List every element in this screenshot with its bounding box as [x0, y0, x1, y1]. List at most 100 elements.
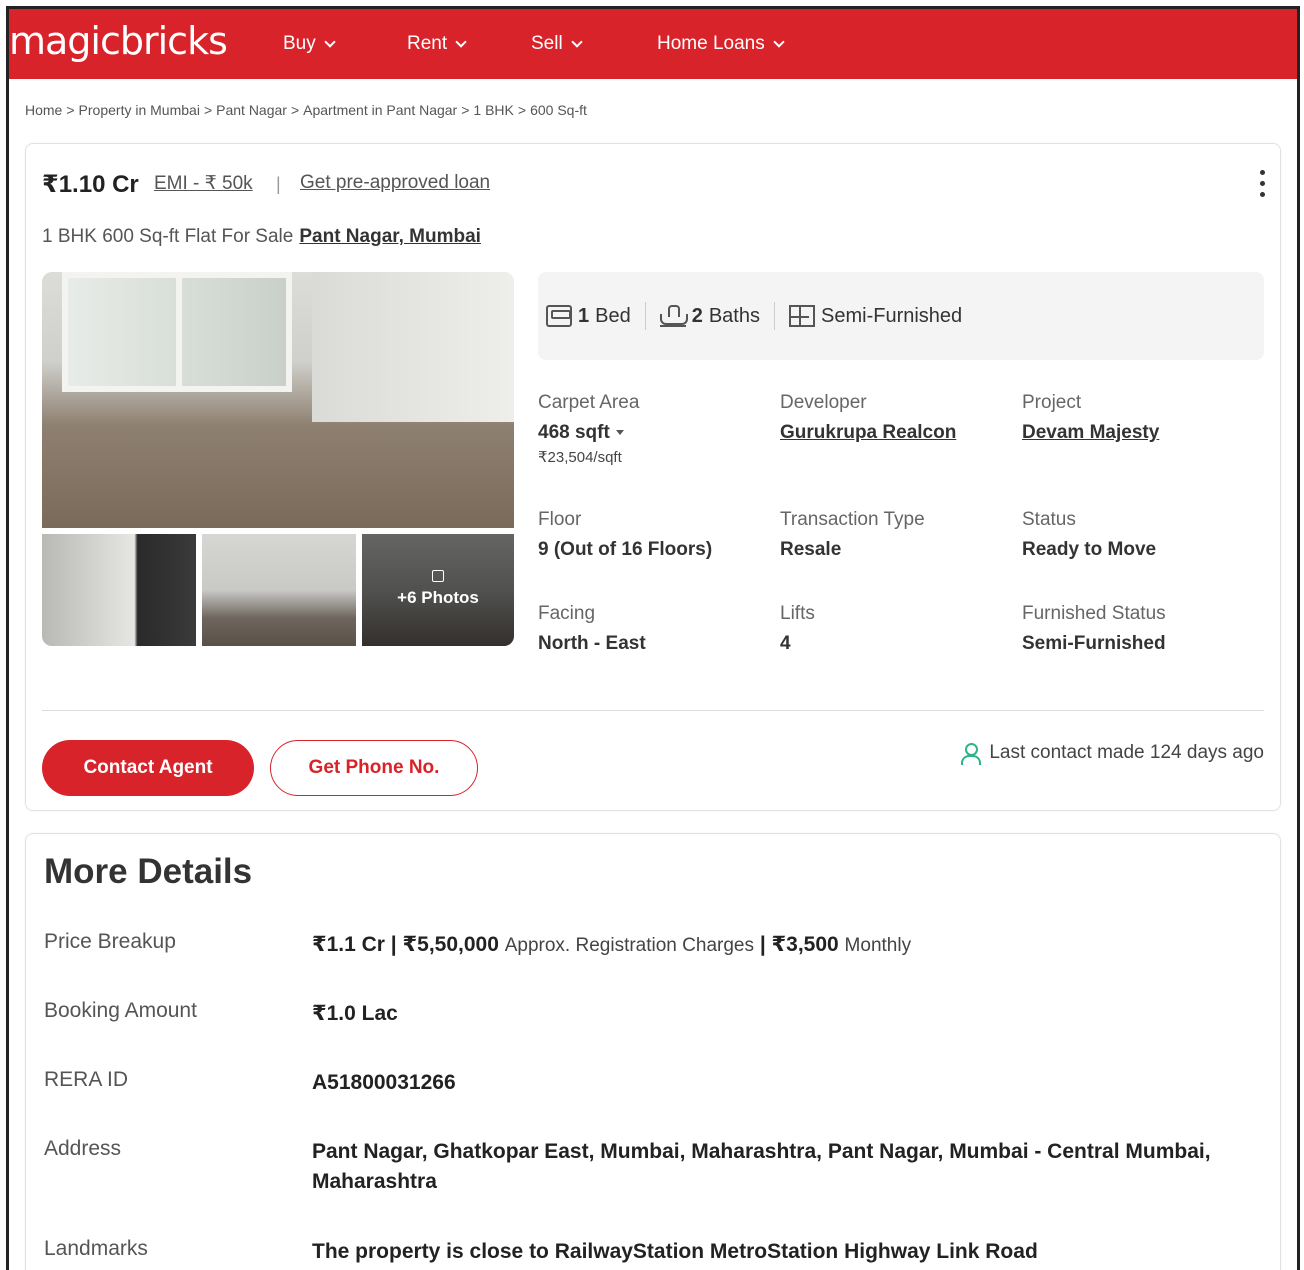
- spec-label: Facing: [538, 603, 596, 624]
- detail-value: The property is close to RailwayStation …: [312, 1240, 1038, 1263]
- listing-card: ₹1.10 Cr EMI - ₹ 50k | Get pre-approved …: [25, 143, 1281, 811]
- spec-label: Floor: [538, 509, 582, 530]
- carpet-area-value: 468 sqft: [538, 422, 610, 443]
- detail-label: Price Breakup: [44, 930, 176, 953]
- spec-lifts: Lifts 4: [780, 603, 815, 655]
- breadcrumb: Home > Property in Mumbai > Pant Nagar > Ap…: [25, 102, 587, 118]
- breadcrumb-size[interactable]: 600 Sq-ft: [530, 102, 587, 118]
- amenities-bar: 1 Bed 2 Baths Semi-Furnished: [538, 272, 1264, 360]
- spec-transaction: Transaction Type Resale: [780, 509, 925, 561]
- furniture-icon: [789, 305, 815, 327]
- bed-count: 1: [578, 304, 590, 327]
- chevron-down-icon: [571, 35, 583, 48]
- spec-label: Developer: [780, 392, 867, 413]
- chevron-down-icon: [324, 35, 336, 48]
- photo-thumbnail[interactable]: +6 Photos: [362, 534, 514, 646]
- breadcrumb-apartment[interactable]: Apartment in Pant Nagar: [303, 102, 457, 118]
- bath-info: 2 Baths: [659, 304, 774, 328]
- bed-label: Bed: [595, 304, 631, 327]
- spec-value: Ready to Move: [1022, 539, 1157, 560]
- spec-value: 9 (Out of 16 Floors): [538, 539, 713, 560]
- spec-value: North - East: [538, 633, 646, 654]
- contact-agent-button[interactable]: Contact Agent: [42, 740, 254, 796]
- location-link[interactable]: Pant Nagar, Mumbai: [299, 226, 481, 247]
- breadcrumb-home[interactable]: Home: [25, 102, 62, 118]
- preapproved-loan-link[interactable]: Get pre-approved loan: [300, 172, 490, 194]
- price-per-sqft: ₹23,504/sqft: [538, 449, 622, 466]
- spec-carpet-area: Carpet Area 468 sqft ₹23,504/sqft: [538, 392, 639, 466]
- breadcrumb-bhk[interactable]: 1 BHK: [473, 102, 513, 118]
- nav-home-loans-label: Home Loans: [657, 33, 765, 54]
- listing-subtitle: 1 BHK 600 Sq-ft Flat For Sale Pant Nagar,…: [42, 226, 481, 248]
- listing-title: 1 BHK 600 Sq-ft Flat For Sale: [42, 226, 294, 247]
- gallery-icon: [432, 570, 444, 582]
- spec-label: Lifts: [780, 603, 815, 624]
- furnishing-info: Semi-Furnished: [789, 305, 976, 328]
- bath-icon: [659, 305, 688, 327]
- more-details-card: More Details Price Breakup ₹1.1 Cr | ₹5,…: [25, 833, 1281, 1270]
- more-options-icon[interactable]: [1260, 170, 1266, 197]
- bed-icon: [546, 305, 572, 327]
- spec-furnished-status: Furnished Status Semi-Furnished: [1022, 603, 1166, 655]
- bath-label: Baths: [708, 304, 760, 327]
- more-photos-overlay[interactable]: +6 Photos: [362, 534, 514, 646]
- detail-label: RERA ID: [44, 1068, 129, 1091]
- more-details-title: More Details: [44, 852, 253, 891]
- detail-label: Booking Amount: [44, 999, 197, 1022]
- spec-label: Status: [1022, 509, 1076, 530]
- spec-label: Furnished Status: [1022, 603, 1166, 624]
- chevron-down-icon: [455, 35, 467, 48]
- last-contact-text: Last contact made 124 days ago: [989, 742, 1264, 763]
- price-breakup-value: ₹1.1 Cr | ₹5,50,000: [312, 933, 499, 956]
- emi-link[interactable]: EMI - ₹ 50k: [154, 172, 253, 195]
- project-link[interactable]: Devam Majesty: [1022, 422, 1159, 444]
- nav-buy-label: Buy: [283, 33, 316, 54]
- spec-label: Project: [1022, 392, 1082, 413]
- detail-label: Address: [44, 1137, 122, 1160]
- detail-value: ₹1.0 Lac: [312, 1002, 398, 1025]
- nav-rent-label: Rent: [407, 33, 448, 54]
- spec-label: Carpet Area: [538, 392, 640, 413]
- main-photo[interactable]: [42, 272, 514, 528]
- photo-thumbnail[interactable]: [202, 534, 356, 646]
- spec-project: Project Devam Majesty: [1022, 392, 1159, 444]
- listing-price: ₹1.10 Cr: [42, 171, 139, 198]
- nav-sell[interactable]: Sell: [531, 33, 583, 55]
- spec-value: Resale: [780, 539, 842, 560]
- nav-buy[interactable]: Buy: [283, 33, 336, 55]
- bath-count: 2: [691, 304, 703, 327]
- magicbricks-logo[interactable]: magicbricks: [9, 19, 228, 63]
- last-contact-info: Last contact made 124 days ago: [961, 742, 1264, 765]
- spec-developer: Developer Gurukrupa Realcon: [780, 392, 956, 444]
- browser-frame: magicbricks Buy Rent Sell Home Loans Hom…: [6, 6, 1300, 1270]
- spec-floor: Floor 9 (Out of 16 Floors): [538, 509, 712, 561]
- bed-info: 1 Bed: [546, 305, 645, 328]
- monthly-label: Monthly: [844, 935, 912, 956]
- nav-rent[interactable]: Rent: [407, 33, 467, 55]
- chevron-down-icon: [773, 35, 785, 48]
- spec-facing: Facing North - East: [538, 603, 646, 655]
- person-icon: [961, 743, 982, 765]
- registration-charges-label: Approx. Registration Charges: [504, 935, 754, 956]
- detail-label: Landmarks: [44, 1237, 148, 1260]
- more-photos-label: +6 Photos: [397, 588, 479, 607]
- spec-status: Status Ready to Move: [1022, 509, 1156, 561]
- detail-value: A51800031266: [312, 1071, 456, 1094]
- get-phone-button[interactable]: Get Phone No.: [270, 740, 478, 796]
- caret-down-icon: [615, 430, 624, 436]
- spec-value: 4: [780, 633, 791, 654]
- price-separator: |: [276, 174, 281, 194]
- breadcrumb-pant-nagar[interactable]: Pant Nagar: [216, 102, 287, 118]
- furnishing-label: Semi-Furnished: [821, 304, 963, 327]
- breadcrumb-property-mumbai[interactable]: Property in Mumbai: [79, 102, 200, 118]
- monthly-amount: | ₹3,500: [759, 933, 839, 956]
- spec-value: Semi-Furnished: [1022, 633, 1166, 654]
- divider: [42, 710, 1264, 711]
- spec-label: Transaction Type: [780, 509, 925, 530]
- photo-thumbnail[interactable]: [42, 534, 196, 646]
- nav-sell-label: Sell: [531, 33, 563, 54]
- top-navbar: magicbricks Buy Rent Sell Home Loans: [9, 9, 1297, 79]
- developer-link[interactable]: Gurukrupa Realcon: [780, 422, 956, 444]
- detail-value: Pant Nagar, Ghatkopar East, Mumbai, Maha…: [312, 1140, 1211, 1193]
- nav-home-loans[interactable]: Home Loans: [657, 33, 785, 55]
